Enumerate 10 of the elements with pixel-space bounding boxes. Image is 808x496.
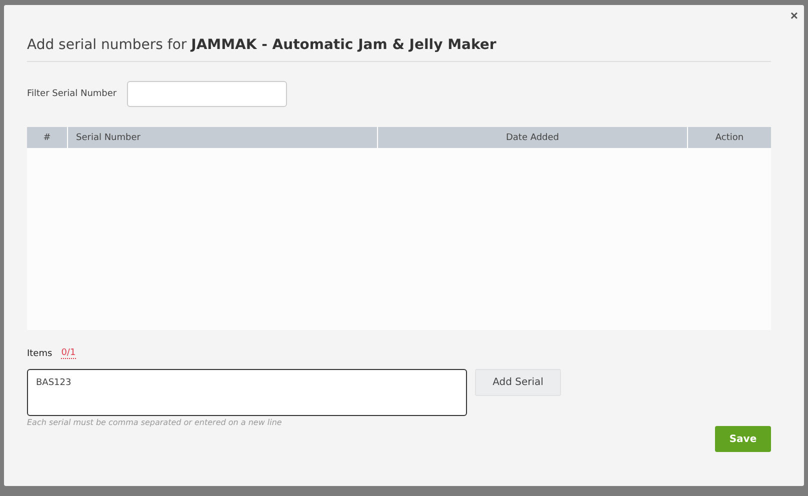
column-header: # bbox=[42, 132, 52, 144]
hint-text: Each serial must be comma separated or entered on a new line bbox=[27, 418, 283, 427]
add-serial-button[interactable]: Add Serial bbox=[475, 369, 561, 396]
dialog-title: Add serial numbers for JAMMAK - Automatic Jam & Jelly Maker bbox=[27, 33, 771, 62]
filter-field[interactable] bbox=[126, 81, 287, 107]
serial-input-field[interactable]: BAS123 bbox=[27, 369, 467, 416]
filter-label: Filter Serial Number bbox=[27, 89, 117, 99]
items-count: 0/1 bbox=[61, 348, 76, 359]
items-label: Items bbox=[27, 348, 52, 358]
close-button[interactable]: × bbox=[790, 8, 798, 23]
